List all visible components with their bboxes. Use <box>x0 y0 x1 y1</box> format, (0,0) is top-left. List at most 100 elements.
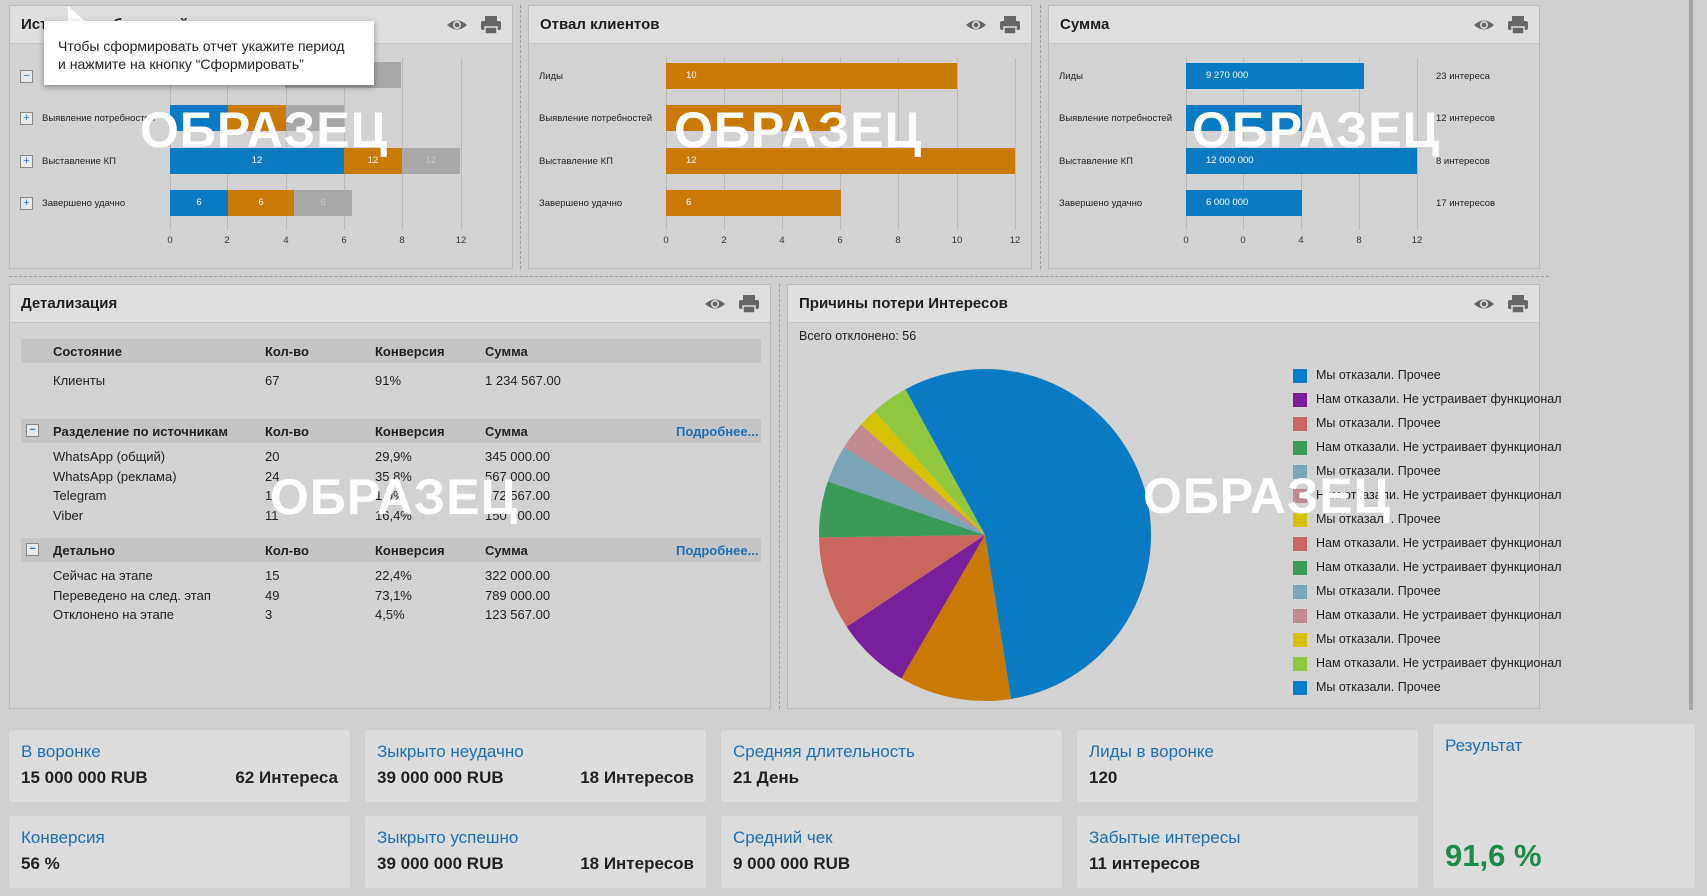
bar: 10 <box>666 63 957 89</box>
expand-icon[interactable]: − <box>20 70 33 83</box>
eye-icon[interactable] <box>1473 15 1495 35</box>
legend-label: Мы отказали. Прочее <box>1316 368 1441 382</box>
expand-icon[interactable]: + <box>20 155 33 168</box>
legend-item: Мы отказали. Прочее <box>1293 416 1441 432</box>
legend-label: Мы отказали. Прочее <box>1316 680 1441 694</box>
bar-segment: 12 <box>170 148 344 174</box>
expand-icon[interactable]: + <box>20 197 33 210</box>
legend-label: Нам отказали. Не устраивает функционал <box>1316 440 1562 454</box>
cell: WhatsApp (общий) <box>53 449 166 464</box>
card-closed-fail: Зыкрыто неудачно 39 000 000 RUB 18 Интер… <box>365 730 706 802</box>
cell: 16,4% <box>375 507 412 523</box>
x-tick-label: 12 <box>1009 235 1021 246</box>
card-count: 62 Интереса <box>235 768 338 787</box>
section-title: Разделение по источникам <box>53 424 229 439</box>
legend-label: Нам отказали. Не устраивает функционал <box>1316 488 1562 502</box>
legend-swatch <box>1293 632 1307 647</box>
x-tick-label: 4 <box>283 235 289 246</box>
bar: 9 270 000 <box>1186 63 1364 89</box>
print-icon[interactable] <box>480 15 502 35</box>
print-icon[interactable] <box>1507 294 1529 314</box>
legend-swatch <box>1293 416 1307 431</box>
legend-swatch <box>1293 464 1307 479</box>
collapse-icon[interactable]: − <box>26 424 39 437</box>
eye-icon[interactable] <box>1473 294 1495 314</box>
legend-item: Нам отказали. Не устраивает функционал <box>1293 608 1562 624</box>
cell: 1 234 567.00 <box>485 373 561 388</box>
card-value: 39 000 000 RUB <box>377 854 504 873</box>
table-row: Viber 11 16,4% 150 000.00 <box>21 503 761 523</box>
x-tick-label: 0 <box>167 235 173 246</box>
card-value: 39 000 000 RUB <box>377 768 504 787</box>
category-label: Выявление потребностей <box>1059 113 1173 124</box>
col-header: Кол-во <box>265 424 309 439</box>
category-label: Завершено удачно <box>539 198 623 209</box>
panel-sum: Сумма 0 0 4 8 12 Лиды 9 270 000 23 интереса Выяв… <box>1048 5 1540 269</box>
panel-churn: Отвал клиентов 0 2 4 6 8 10 12 Лиды 10 Выявление … <box>528 5 1032 269</box>
gridline <box>402 58 403 230</box>
legend-item: Нам отказали. Не устраивает функционал <box>1293 440 1562 456</box>
card-title: Зыкрыто неудачно <box>377 742 524 761</box>
collapse-icon[interactable]: − <box>26 543 39 556</box>
x-tick-label: 0 <box>1240 235 1246 246</box>
print-icon[interactable] <box>1507 15 1529 35</box>
card-title: Результат <box>1445 736 1523 755</box>
legend-swatch <box>1293 536 1307 551</box>
x-tick-label: 6 <box>341 235 347 246</box>
card-avg-duration: Средняя длительность 21 День <box>721 730 1062 802</box>
more-link[interactable]: Подробнее... <box>676 424 758 439</box>
panel-title: Причины потери Интересов <box>799 295 1008 312</box>
category-label: Лиды <box>539 71 563 82</box>
legend-item: Мы отказали. Прочее <box>1293 584 1441 600</box>
table-row: Переведено на след. этап 49 73,1% 789 000.0… <box>21 583 761 603</box>
legend-item: Мы отказали. Прочее <box>1293 464 1441 480</box>
result-value: 91,6 % <box>1445 838 1542 873</box>
card-value: 21 День <box>733 768 800 787</box>
card-title: Средняя длительность <box>733 742 915 761</box>
eye-icon[interactable] <box>704 294 726 314</box>
bar-right-label: 8 интересов <box>1436 156 1490 167</box>
expand-icon[interactable]: + <box>20 112 33 125</box>
category-label: Завершено удачно <box>1059 198 1143 209</box>
bar-segment: 6 <box>228 190 294 216</box>
legend-label: Нам отказали. Не устраивает функционал <box>1316 656 1562 670</box>
legend-item: Мы отказали. Прочее <box>1293 512 1441 528</box>
more-link[interactable]: Подробнее... <box>676 543 758 558</box>
x-tick-label: 0 <box>1183 235 1189 246</box>
x-tick-label: 4 <box>1298 235 1304 246</box>
card-in-funnel: В воронке 15 000 000 RUB 62 Интереса <box>9 730 350 802</box>
card-title: Конверсия <box>21 828 105 847</box>
bar-segment: 12 <box>402 148 460 174</box>
section-title: Детально <box>53 543 116 558</box>
legend-swatch <box>1293 656 1307 671</box>
pie-chart <box>819 369 1151 701</box>
cell: 24 <box>265 468 280 484</box>
cell: 150 000.00 <box>485 507 551 523</box>
legend-label: Мы отказали. Прочее <box>1316 632 1441 646</box>
col-header: Конверсия <box>375 424 445 439</box>
cell: 35,8% <box>375 468 412 484</box>
bar-right-label: 12 интересов <box>1436 113 1496 124</box>
print-icon[interactable] <box>999 15 1021 35</box>
table-row: Сейчас на этапе 15 22,4% 322 000.00 <box>21 563 761 583</box>
legend-label: Мы отказали. Прочее <box>1316 416 1441 430</box>
legend-swatch <box>1293 488 1307 503</box>
scrollbar[interactable] <box>1689 0 1693 710</box>
col-header: Кол-во <box>265 543 309 558</box>
cell: 11 <box>265 507 279 523</box>
eye-icon[interactable] <box>446 15 468 35</box>
panel-title: Отвал клиентов <box>540 16 660 33</box>
category-label: Лиды <box>1059 71 1083 82</box>
cell: 91% <box>375 373 402 388</box>
x-tick-label: 12 <box>455 235 467 246</box>
cell: Viber <box>53 507 84 523</box>
cell: 67 <box>265 373 280 388</box>
bar-segment: 6 <box>294 190 352 216</box>
bar: 6 000 000 <box>1186 190 1302 216</box>
print-icon[interactable] <box>738 294 760 314</box>
legend-swatch <box>1293 392 1307 407</box>
gridline <box>461 58 462 230</box>
bar-segment: 12 <box>344 148 402 174</box>
card-forgotten: Забытые интересы 11 интересов <box>1077 816 1418 888</box>
eye-icon[interactable] <box>965 15 987 35</box>
